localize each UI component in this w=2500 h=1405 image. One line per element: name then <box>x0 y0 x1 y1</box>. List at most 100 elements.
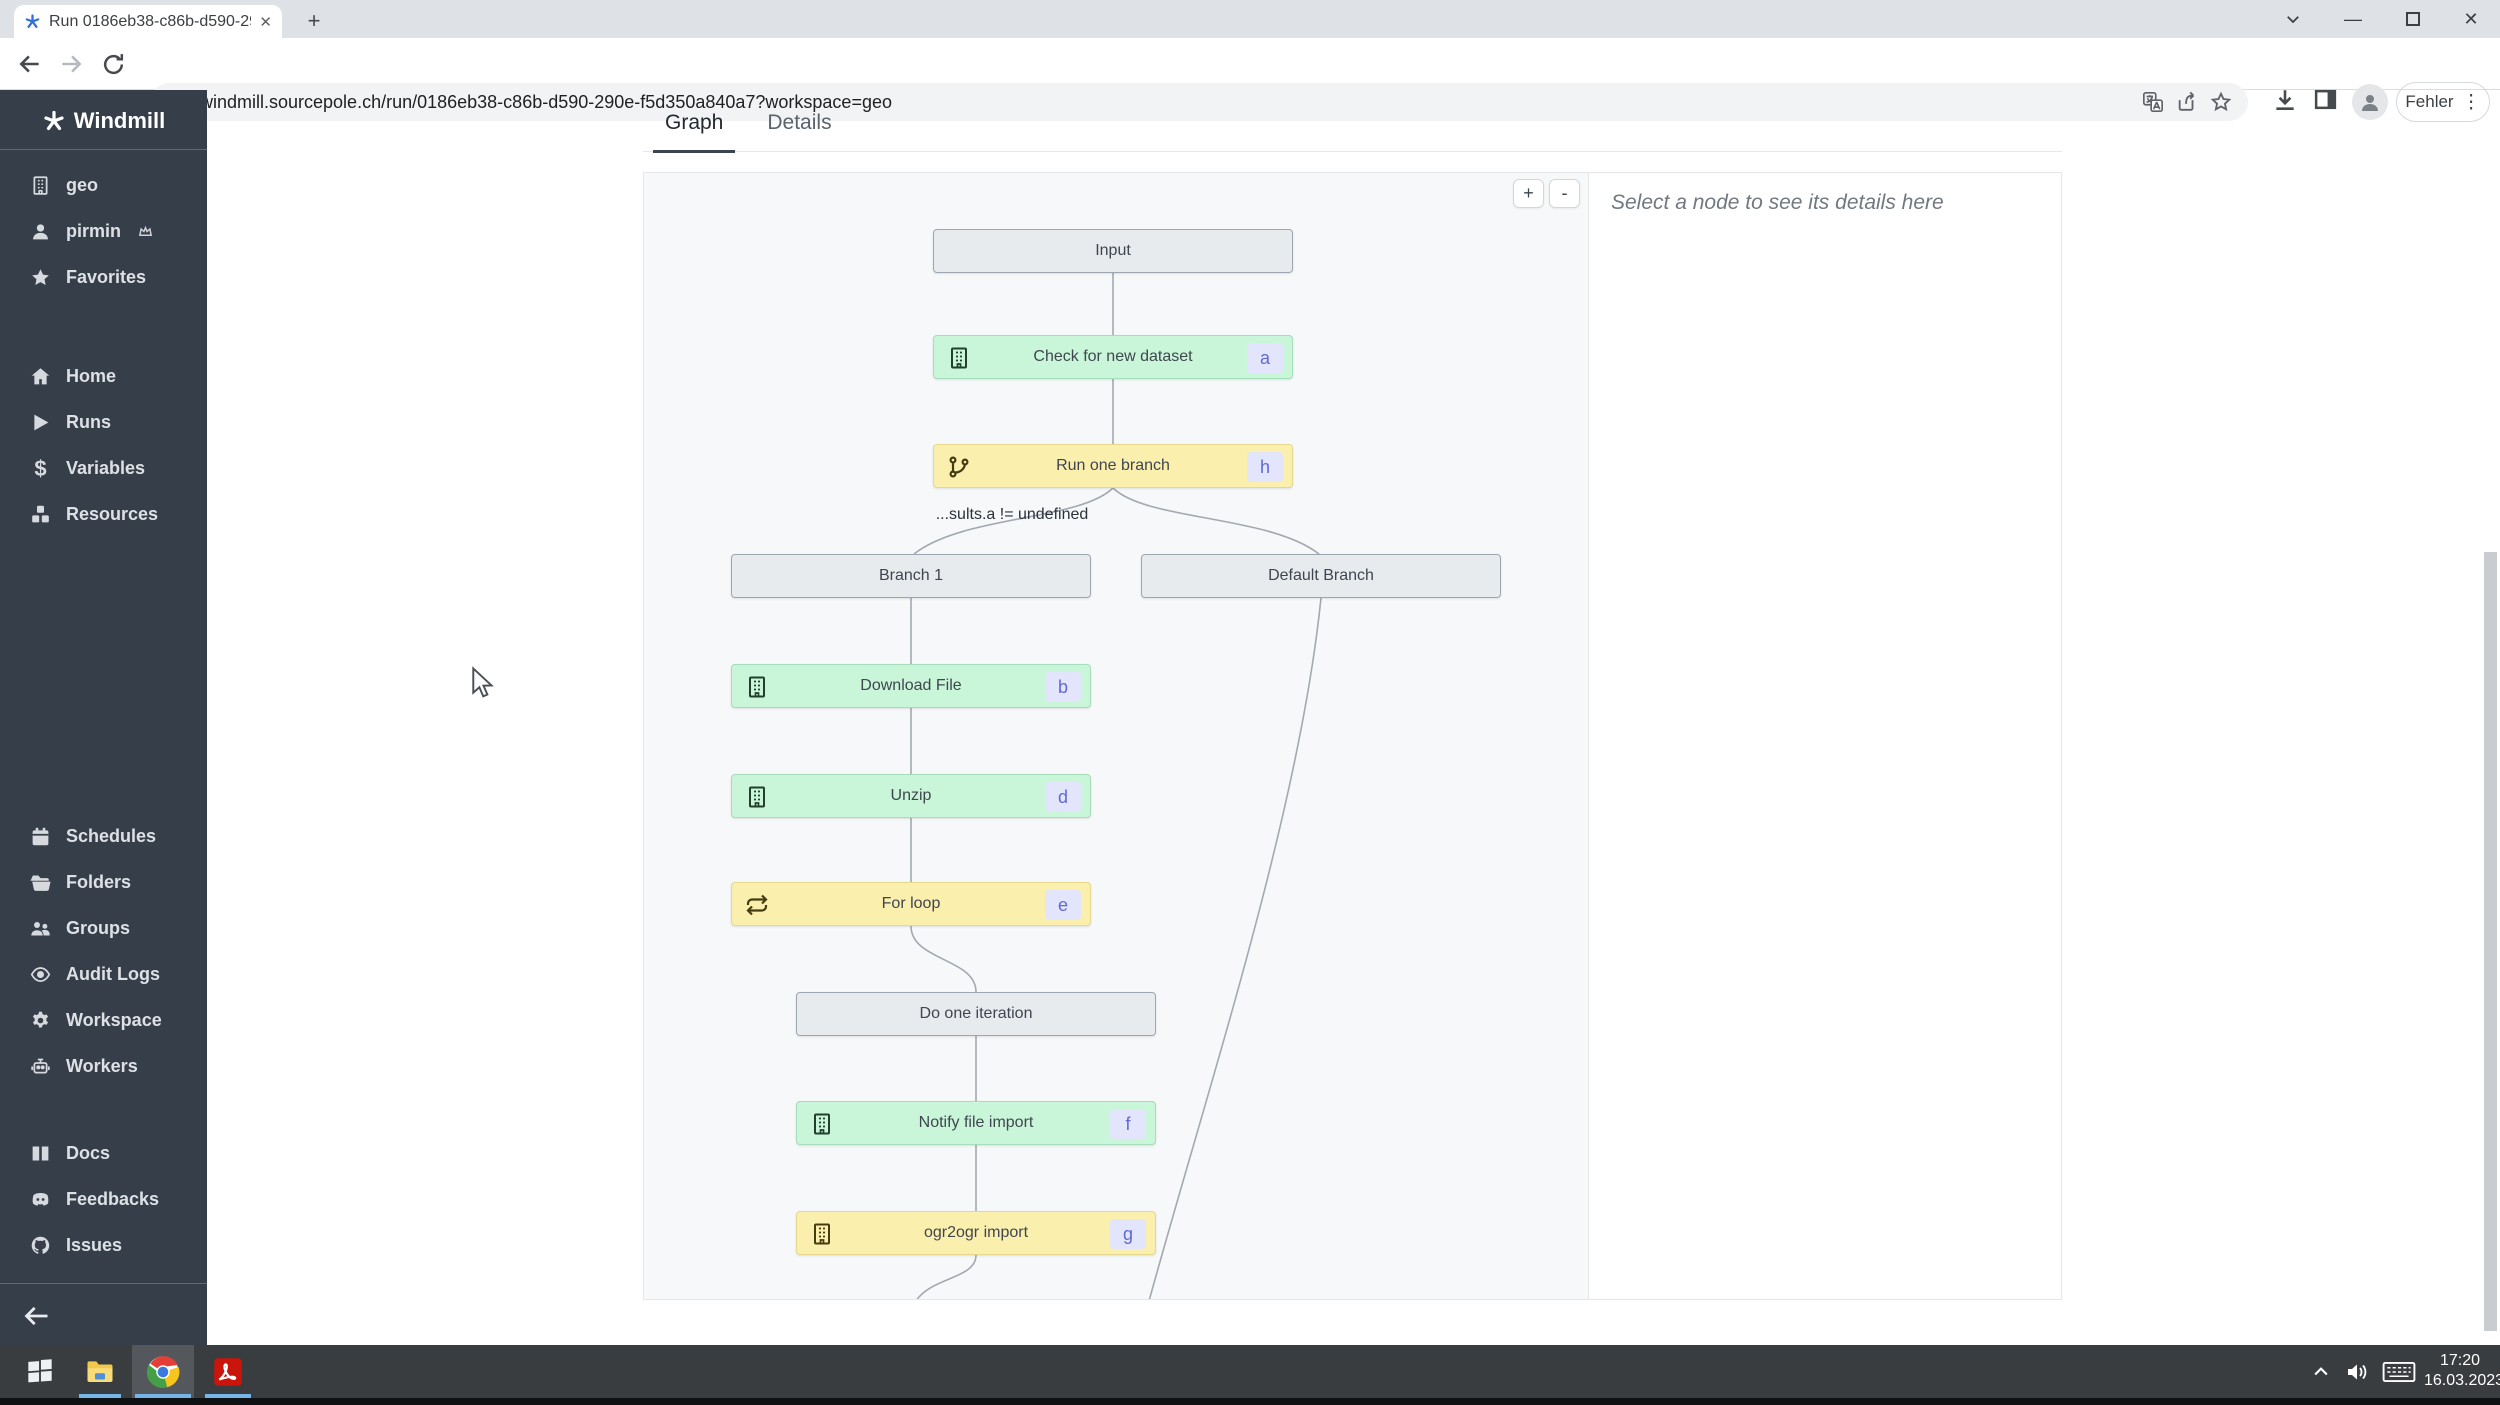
star-icon <box>30 267 51 288</box>
new-tab-button[interactable]: + <box>300 7 328 35</box>
browser-tab[interactable]: Run 0186eb38-c86b-d590-290e- ✕ <box>14 5 282 38</box>
node-label: Download File <box>860 677 962 694</box>
profile-chip[interactable]: Fehler ⋮ <box>2396 82 2490 122</box>
sidebar-item-folders[interactable]: Folders <box>0 859 207 905</box>
dollar-icon: $ <box>34 455 47 481</box>
tab-graph[interactable]: Graph <box>647 111 741 153</box>
sidebar-item-docs[interactable]: Docs <box>0 1130 207 1176</box>
node-label: Check for new dataset <box>1033 348 1193 365</box>
sidebar-item-label: geo <box>66 174 99 195</box>
back-button[interactable] <box>15 49 45 79</box>
touch-keyboard-icon[interactable] <box>2378 1345 2420 1398</box>
eye-icon <box>30 964 51 985</box>
sidebar-item-favorites[interactable]: Favorites <box>0 254 207 300</box>
building-icon <box>745 675 769 699</box>
node-badge: f <box>1110 1109 1146 1139</box>
reload-button[interactable] <box>98 49 128 79</box>
profile-name: Fehler <box>2405 92 2454 111</box>
sidebar-item-home[interactable]: Home <box>0 353 207 399</box>
downloads-icon[interactable] <box>2272 87 2300 115</box>
flow-node-unzip[interactable]: Unzip d <box>731 774 1091 818</box>
volume-icon[interactable] <box>2340 1345 2374 1398</box>
flow-node-branch-1[interactable]: Branch 1 <box>731 554 1091 598</box>
browser-toolbar: windmill.sourcepole.ch/run/0186eb38-c86b… <box>0 38 2500 122</box>
flow-node-check-for-new-dataset[interactable]: Check for new dataset a <box>933 335 1293 379</box>
sidebar-item-audit-logs[interactable]: Audit Logs <box>0 951 207 997</box>
sidebar-item-label: Issues <box>66 1234 123 1255</box>
sidebar-item-workers[interactable]: Workers <box>0 1043 207 1089</box>
zoom-out-button[interactable]: - <box>1549 179 1580 208</box>
node-label: Do one iteration <box>919 1005 1033 1022</box>
forward-button[interactable] <box>56 49 86 79</box>
node-label: Default Branch <box>1268 567 1374 584</box>
flow-node-for-loop[interactable]: For loop e <box>731 882 1091 926</box>
sidebar-item-label: Audit Logs <box>66 963 160 984</box>
flow-node-default-branch[interactable]: Default Branch <box>1141 554 1501 598</box>
run-view-tabs: Graph Details <box>643 90 2062 153</box>
sidebar-item-label: Schedules <box>66 825 157 846</box>
sidebar-item-groups[interactable]: Groups <box>0 905 207 951</box>
sidebar-item-label: Resources <box>66 503 159 524</box>
group-icon <box>30 918 51 939</box>
window-maximize-button[interactable] <box>2384 0 2442 38</box>
sidebar-item-user-pirmin[interactable]: pirmin <box>0 208 207 254</box>
flow-node-run-one-branch[interactable]: Run one branch h <box>933 444 1293 488</box>
sidebar-item-schedules[interactable]: Schedules <box>0 813 207 859</box>
file-explorer-taskbar-icon[interactable] <box>76 1345 124 1398</box>
page-scrollbar[interactable] <box>2484 552 2497 1331</box>
flow-node-input[interactable]: Input <box>933 229 1293 273</box>
taskbar-clock[interactable]: 17:20 16.03.2023 <box>2424 1351 2500 1391</box>
window-minimize-button[interactable]: — <box>2324 0 2382 38</box>
flow-node-ogr2ogr-import[interactable]: ogr2ogr import g <box>796 1211 1156 1255</box>
flow-node-download-file[interactable]: Download File b <box>731 664 1091 708</box>
flow-graph-canvas[interactable]: + - Input Check for new dataset a Run on… <box>644 173 1589 1299</box>
tab-details[interactable]: Details <box>749 111 849 151</box>
node-badge: b <box>1045 672 1081 702</box>
windmill-brand[interactable]: Windmill <box>0 108 207 134</box>
folder-icon <box>30 872 51 893</box>
window-close-button[interactable]: ✕ <box>2442 0 2500 38</box>
sidebar-item-label: Variables <box>66 457 146 478</box>
repeat-loop-icon <box>745 893 769 917</box>
robot-icon <box>30 1056 51 1077</box>
sidebar-item-resources[interactable]: Resources <box>0 491 207 537</box>
profile-avatar[interactable] <box>2352 84 2388 120</box>
bookmark-star-icon[interactable] <box>2210 91 2232 113</box>
flow-node-notify-file-import[interactable]: Notify file import f <box>796 1101 1156 1145</box>
node-badge: a <box>1247 343 1283 373</box>
flow-panel: + - Input Check for new dataset a Run on… <box>643 172 2062 1300</box>
chrome-taskbar-icon[interactable] <box>132 1345 194 1398</box>
windmill-favicon-icon <box>24 13 41 30</box>
sidebar-item-variables[interactable]: $ Variables <box>0 445 207 491</box>
collapse-sidebar-arrow[interactable] <box>22 1302 56 1332</box>
sidebar-divider <box>0 149 207 150</box>
sidebar-item-runs[interactable]: Runs <box>0 399 207 445</box>
tab-list-chevron-icon[interactable] <box>2264 0 2322 38</box>
sidebar-divider <box>0 1283 207 1284</box>
start-button[interactable] <box>16 1345 64 1398</box>
sidebar-item-feedbacks[interactable]: Feedbacks <box>0 1176 207 1222</box>
git-branch-icon <box>947 455 971 479</box>
boxes-icon <box>30 504 51 525</box>
building-icon <box>745 785 769 809</box>
tab-title: Run 0186eb38-c86b-d590-290e- <box>49 12 251 30</box>
sidebar-item-label: Folders <box>66 871 132 892</box>
discord-icon <box>30 1189 51 1210</box>
book-icon <box>30 1143 51 1164</box>
tab-close-icon[interactable]: ✕ <box>259 13 272 31</box>
sidebar-item-label: pirmin <box>66 220 122 241</box>
sidebar-item-workspace-settings[interactable]: Workspace <box>0 997 207 1043</box>
sidebar-item-issues[interactable]: Issues <box>0 1222 207 1268</box>
sidebar-item-workspace-geo[interactable]: geo <box>0 162 207 208</box>
browser-menu-icon[interactable]: ⋮ <box>2462 91 2481 114</box>
flow-node-do-one-iteration[interactable]: Do one iteration <box>796 992 1156 1036</box>
tray-hidden-icons-chevron[interactable] <box>2306 1345 2336 1398</box>
zoom-in-button[interactable]: + <box>1513 179 1544 208</box>
acrobat-taskbar-icon[interactable] <box>202 1345 254 1398</box>
translate-icon[interactable] <box>2142 91 2164 113</box>
node-label: ogr2ogr import <box>923 1224 1029 1241</box>
side-panel-icon[interactable] <box>2313 87 2341 115</box>
windmill-sidebar: Windmill geo pirmin Favorites Home Runs … <box>0 90 207 1345</box>
branch-condition-label: ...sults.a != undefined <box>935 506 1089 523</box>
share-icon[interactable] <box>2176 91 2198 113</box>
